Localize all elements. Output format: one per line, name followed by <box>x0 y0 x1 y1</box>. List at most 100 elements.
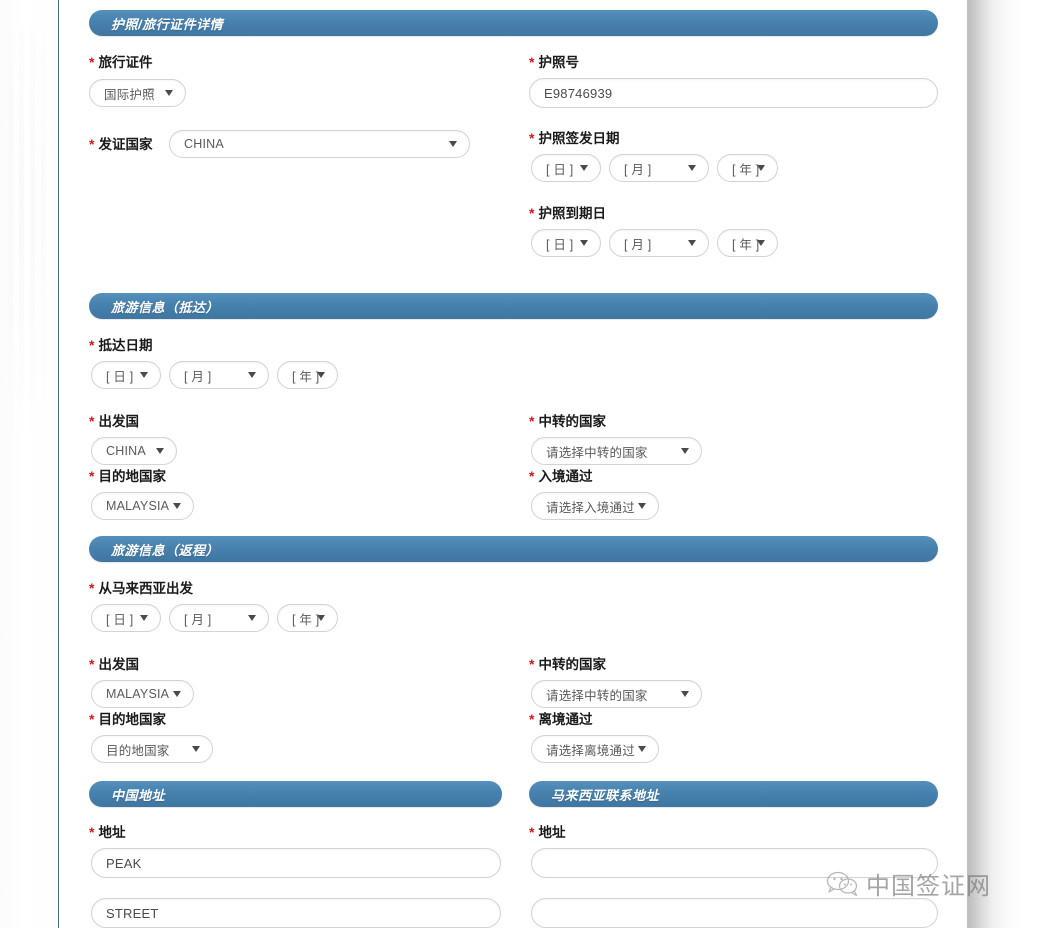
label-malaysia-address-text: 地址 <box>538 825 566 840</box>
chevron-down-icon <box>757 165 765 171</box>
select-travel-document[interactable]: 国际护照 <box>89 79 186 107</box>
select-return-departure-country[interactable]: MALAYSIA <box>91 680 194 708</box>
label-issuing-country: * 发证国家 <box>89 136 152 153</box>
section-header-arrival: 旅游信息（抵达） <box>89 293 938 319</box>
select-expiry-month-value: [ 月 ] <box>624 237 652 252</box>
left-gutter <box>0 0 58 928</box>
select-return-destination-country-value: 目的地国家 <box>106 743 170 758</box>
label-arrival-date-text: 抵达日期 <box>98 338 153 353</box>
input-passport-number[interactable]: E98746939 <box>529 78 938 108</box>
select-arrival-month-value: [ 月 ] <box>184 369 212 384</box>
select-issue-month[interactable]: [ 月 ] <box>609 154 709 182</box>
label-entry-via-text: 入境通过 <box>538 469 593 484</box>
label-passport-expiry-date: * 护照到期日 <box>529 205 606 222</box>
select-return-destination-country[interactable]: 目的地国家 <box>91 735 213 763</box>
select-arrival-transit-country-value: 请选择中转的国家 <box>546 445 648 460</box>
required-asterisk: * <box>89 136 95 152</box>
chevron-down-icon <box>688 165 696 171</box>
chevron-down-icon <box>173 503 181 509</box>
select-arrival-month[interactable]: [ 月 ] <box>169 361 269 389</box>
label-travel-document: * 旅行证件 <box>89 54 152 71</box>
label-arrival-transit-country: * 中转的国家 <box>529 413 606 430</box>
required-asterisk: * <box>529 413 535 429</box>
chevron-down-icon <box>638 503 646 509</box>
section-header-departure: 旅游信息（返程） <box>89 536 938 562</box>
label-exit-via-text: 离境通过 <box>538 712 593 727</box>
input-china-address-line2-value: STREET <box>106 905 159 921</box>
select-expiry-month[interactable]: [ 月 ] <box>609 229 709 257</box>
chevron-down-icon <box>192 746 200 752</box>
label-passport-issue-date: * 护照签发日期 <box>529 130 619 147</box>
select-arrival-transit-country[interactable]: 请选择中转的国家 <box>531 437 702 465</box>
label-return-destination-country-text: 目的地国家 <box>98 712 166 727</box>
input-china-address-line2[interactable]: STREET <box>91 898 501 928</box>
input-malaysia-address-line2[interactable] <box>531 898 938 928</box>
input-china-address-line1[interactable]: PEAK <box>91 848 501 878</box>
label-arrival-departure-country-text: 出发国 <box>98 414 139 429</box>
select-arrival-departure-country-value: CHINA <box>106 444 146 458</box>
background-texture <box>2 30 56 430</box>
label-arrival-date: * 抵达日期 <box>89 337 152 354</box>
label-passport-number-text: 护照号 <box>538 55 579 70</box>
section-title-passport: 护照/旅行证件详情 <box>111 16 224 32</box>
chevron-down-icon <box>317 372 325 378</box>
select-arrival-day[interactable]: [ 日 ] <box>91 361 161 389</box>
required-asterisk: * <box>89 711 95 727</box>
select-issuing-country[interactable]: CHINA <box>169 130 470 158</box>
select-issue-month-value: [ 月 ] <box>624 162 652 177</box>
label-passport-expiry-date-text: 护照到期日 <box>538 206 606 221</box>
select-arrival-year[interactable]: [ 年 ] <box>277 361 338 389</box>
select-exit-via-value: 请选择离境通过 <box>546 743 635 758</box>
label-return-destination-country: * 目的地国家 <box>89 711 166 728</box>
select-entry-via[interactable]: 请选择入境通过 <box>531 492 659 520</box>
label-leave-malaysia-date: * 从马来西亚出发 <box>89 580 193 597</box>
chevron-down-icon <box>165 90 173 96</box>
page-edge-shadow <box>968 0 1046 928</box>
select-expiry-year[interactable]: [ 年 ] <box>717 229 778 257</box>
chevron-down-icon <box>449 141 457 147</box>
label-passport-issue-date-text: 护照签发日期 <box>538 131 620 146</box>
page-background: 护照/旅行证件详情 * 旅行证件 国际护照 * 发证国家 CHINA * 护照号 E9… <box>0 0 1046 928</box>
select-leave-day[interactable]: [ 日 ] <box>91 604 161 632</box>
select-exit-via[interactable]: 请选择离境通过 <box>531 735 659 763</box>
chevron-down-icon <box>580 165 588 171</box>
select-return-transit-country[interactable]: 请选择中转的国家 <box>531 680 702 708</box>
visa-application-form: 护照/旅行证件详情 * 旅行证件 国际护照 * 发证国家 CHINA * 护照号 E9… <box>59 0 967 928</box>
select-leave-month[interactable]: [ 月 ] <box>169 604 269 632</box>
select-issue-day[interactable]: [ 日 ] <box>531 154 601 182</box>
chevron-down-icon <box>681 448 689 454</box>
select-arrival-departure-country[interactable]: CHINA <box>91 437 177 465</box>
section-title-malaysia-address: 马来西亚联系地址 <box>551 787 660 803</box>
select-issue-year[interactable]: [ 年 ] <box>717 154 778 182</box>
label-china-address: * 地址 <box>89 824 125 841</box>
section-title-arrival: 旅游信息（抵达） <box>111 299 220 315</box>
label-travel-document-text: 旅行证件 <box>98 55 153 70</box>
required-asterisk: * <box>89 413 95 429</box>
select-leave-day-value: [ 日 ] <box>106 612 134 627</box>
select-arrival-year-value: [ 年 ] <box>292 369 320 384</box>
select-travel-document-value: 国际护照 <box>104 87 155 102</box>
required-asterisk: * <box>529 54 535 70</box>
select-arrival-destination-country[interactable]: MALAYSIA <box>91 492 194 520</box>
select-issue-year-value: [ 年 ] <box>732 162 760 177</box>
required-asterisk: * <box>529 711 535 727</box>
required-asterisk: * <box>89 54 95 70</box>
input-malaysia-address-line1[interactable] <box>531 848 938 878</box>
chevron-down-icon <box>156 448 164 454</box>
select-expiry-day[interactable]: [ 日 ] <box>531 229 601 257</box>
required-asterisk: * <box>89 824 95 840</box>
chevron-down-icon <box>580 240 588 246</box>
section-title-departure: 旅游信息（返程） <box>111 542 220 558</box>
label-arrival-destination-country: * 目的地国家 <box>89 468 166 485</box>
select-expiry-year-value: [ 年 ] <box>732 237 760 252</box>
chevron-down-icon <box>638 746 646 752</box>
label-malaysia-address: * 地址 <box>529 824 565 841</box>
section-header-passport: 护照/旅行证件详情 <box>89 10 938 36</box>
required-asterisk: * <box>89 656 95 672</box>
required-asterisk: * <box>529 130 535 146</box>
label-arrival-departure-country: * 出发国 <box>89 413 139 430</box>
label-return-departure-country: * 出发国 <box>89 656 139 673</box>
label-leave-malaysia-date-text: 从马来西亚出发 <box>98 581 193 596</box>
section-header-malaysia-address: 马来西亚联系地址 <box>529 781 938 807</box>
select-leave-year[interactable]: [ 年 ] <box>277 604 338 632</box>
